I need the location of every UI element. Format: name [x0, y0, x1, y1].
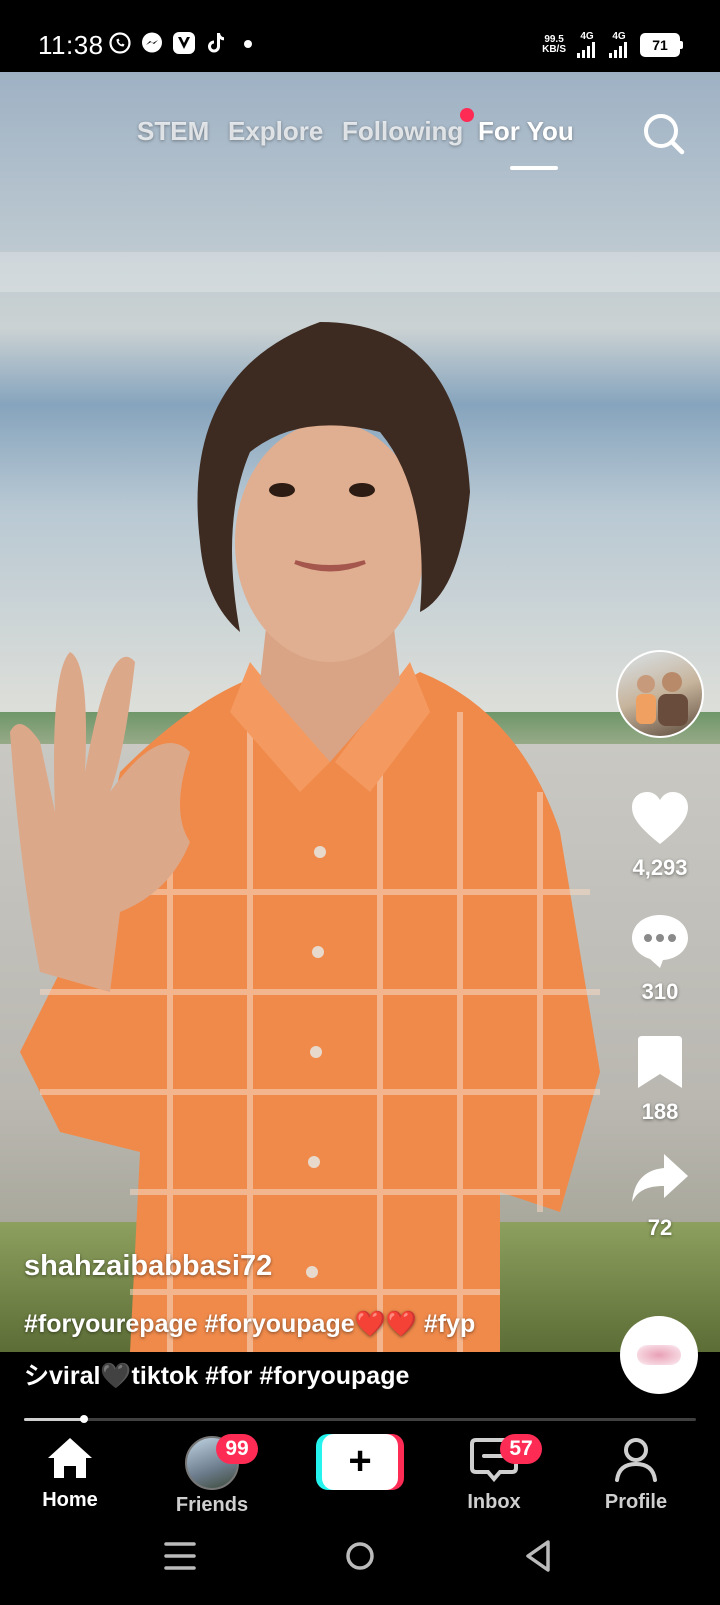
status-time: 11:38	[38, 30, 104, 60]
video-player[interactable]: STEM Explore Following For You 4,293 310…	[0, 72, 720, 1352]
signal-1: 4G	[576, 32, 598, 58]
signal-1-label: 4G	[580, 31, 594, 42]
signal-2: 4G	[608, 32, 630, 58]
music-disc-icon	[637, 1345, 681, 1365]
signal-2-label: 4G	[612, 31, 626, 42]
tiktok-icon	[204, 31, 228, 55]
save-count: 188	[641, 1099, 679, 1124]
more-notifications-dot	[236, 31, 260, 55]
tab-explore[interactable]: Explore	[228, 116, 323, 147]
battery-level: 71	[652, 37, 668, 53]
following-notification-dot	[460, 108, 474, 122]
comment-button[interactable]: 310	[610, 912, 710, 1005]
home-icon	[48, 1438, 92, 1478]
signal-bars-icon	[577, 42, 595, 58]
creator-avatar-image	[636, 672, 688, 726]
share-button[interactable]: 72	[610, 1150, 710, 1241]
share-icon	[632, 1154, 688, 1202]
music-disc-button[interactable]	[620, 1316, 698, 1394]
nav-friends-label: Friends	[175, 1494, 249, 1516]
status-bar: 11:38 99.5 KB/S 4G 4G 71	[0, 0, 720, 72]
video-progress-fill	[24, 1418, 85, 1421]
nav-inbox[interactable]: Inbox 57	[434, 1434, 554, 1514]
nav-inbox-label: Inbox	[467, 1491, 521, 1513]
battery-icon: 71	[640, 33, 683, 57]
network-speed-unit: KB/S	[542, 44, 566, 55]
network-speed: 99.5 KB/S	[542, 35, 566, 55]
back-icon[interactable]	[526, 1540, 550, 1572]
nav-friends[interactable]: Friends 99	[152, 1434, 272, 1517]
share-count: 72	[647, 1215, 673, 1240]
inbox-badge: 57	[500, 1434, 542, 1464]
creator-username[interactable]: shahzaibabbasi72	[24, 1250, 272, 1283]
like-count: 4,293	[632, 855, 688, 880]
caption-hashtags[interactable]: #foryourepage #foryoupage❤️❤️ #fyp	[24, 1310, 475, 1339]
messenger-icon	[140, 31, 164, 55]
status-indicators: 99.5 KB/S 4G 4G 71	[542, 32, 683, 58]
system-nav-buttons	[164, 1540, 550, 1572]
video-progress-bar[interactable]	[24, 1415, 696, 1423]
tab-stem[interactable]: STEM	[137, 116, 209, 147]
bookmark-icon	[638, 1036, 682, 1088]
nav-home[interactable]: Home	[10, 1436, 130, 1512]
heart-icon	[632, 792, 688, 844]
friends-badge: 99	[216, 1434, 258, 1464]
comment-count: 310	[641, 979, 679, 1004]
comment-icon	[632, 915, 688, 968]
caption-description[interactable]: シviral🖤tiktok #for #foryoupage	[24, 1356, 409, 1392]
system-navigation-bar	[0, 1524, 720, 1600]
nav-home-label: Home	[42, 1489, 98, 1511]
recent-apps-icon[interactable]	[164, 1542, 196, 1570]
bottom-navigation: Home Friends 99 + Inbox 57 Profile	[0, 1424, 720, 1524]
signal-bars-icon	[609, 42, 627, 58]
search-button[interactable]	[640, 110, 688, 158]
profile-icon	[615, 1438, 657, 1482]
tab-for-you[interactable]: For You	[478, 116, 574, 147]
save-button[interactable]: 188	[610, 1034, 710, 1125]
nav-profile[interactable]: Profile	[576, 1436, 696, 1514]
creator-avatar[interactable]	[616, 650, 704, 738]
vmate-icon	[172, 31, 196, 55]
active-tab-indicator	[510, 166, 558, 170]
search-icon	[644, 114, 685, 155]
status-app-icons	[108, 31, 260, 55]
nav-profile-label: Profile	[604, 1491, 668, 1513]
create-button[interactable]: +	[316, 1434, 404, 1490]
tab-following[interactable]: Following	[342, 116, 463, 147]
feed-tabs: STEM Explore Following For You	[0, 108, 720, 180]
like-button[interactable]: 4,293	[610, 790, 710, 881]
plus-icon: +	[322, 1434, 398, 1490]
whatsapp-icon	[108, 31, 132, 55]
home-system-icon[interactable]	[346, 1542, 374, 1570]
